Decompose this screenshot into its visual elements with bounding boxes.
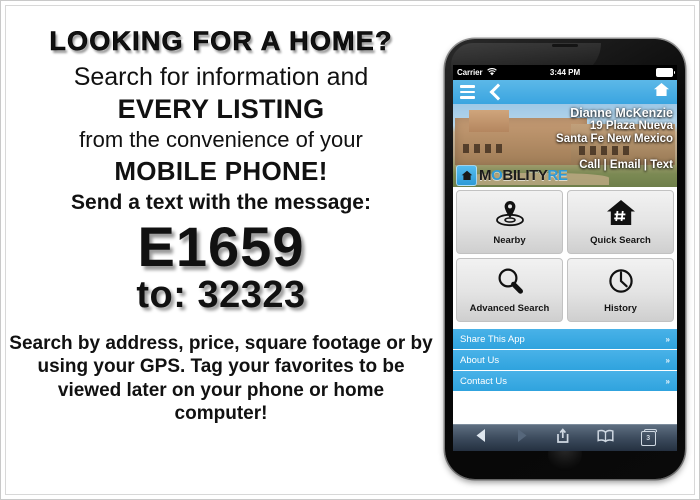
agent-hero-photo: Dianne McKenzie 19 Plaza Nueva Santa Fe … bbox=[453, 104, 677, 187]
list-item-share-this-app[interactable]: Share This App » bbox=[453, 329, 677, 350]
tile-label: Nearby bbox=[493, 234, 526, 246]
triangle-forward-icon[interactable] bbox=[515, 428, 529, 448]
list-item-label: Contact Us bbox=[460, 375, 507, 387]
clock-icon bbox=[606, 267, 636, 300]
logo-text-o: O bbox=[491, 167, 503, 184]
status-clock: 3:44 PM bbox=[549, 68, 581, 77]
tile-history[interactable]: History bbox=[567, 258, 674, 322]
magnifier-icon bbox=[495, 267, 525, 300]
tile-label: History bbox=[604, 302, 637, 314]
contact-actions[interactable]: Call | Email | Text bbox=[579, 159, 673, 171]
map-pin-icon bbox=[494, 199, 526, 232]
phone-mockup: Carrier 3:44 PM Dianne McKenzie 19 Plaza… bbox=[445, 39, 685, 479]
battery-icon bbox=[656, 68, 675, 77]
logo-text: MOBILITYRE bbox=[479, 167, 568, 184]
logo-text-rest: BILITY bbox=[502, 167, 548, 184]
phone-screen: Carrier 3:44 PM Dianne McKenzie 19 Plaza… bbox=[453, 65, 677, 451]
ad-line-6: Send a text with the message: bbox=[71, 191, 371, 215]
book-icon[interactable] bbox=[597, 429, 614, 448]
agent-name: Dianne McKenzie bbox=[570, 106, 673, 120]
tile-row: Advanced Search History bbox=[456, 258, 674, 322]
share-icon[interactable] bbox=[555, 428, 570, 448]
tile-label: Quick Search bbox=[590, 234, 651, 246]
chevron-left-icon[interactable] bbox=[489, 83, 507, 101]
tile-label: Advanced Search bbox=[469, 302, 550, 314]
tile-quick-search[interactable]: Quick Search bbox=[567, 190, 674, 254]
feature-tiles-grid: Nearby Quick Search Advanced Search Hist… bbox=[453, 187, 677, 329]
browser-toolbar: 3 bbox=[453, 424, 677, 451]
logo-text-accent: RE bbox=[547, 167, 568, 184]
tile-nearby[interactable]: Nearby bbox=[456, 190, 563, 254]
window-row bbox=[463, 144, 502, 153]
logo-text-m: M bbox=[479, 167, 492, 184]
house-hash-icon bbox=[606, 199, 636, 232]
home-icon[interactable] bbox=[653, 82, 670, 102]
hamburger-menu-icon[interactable] bbox=[460, 85, 475, 99]
tabs-icon[interactable]: 3 bbox=[640, 428, 657, 446]
earpiece-speaker bbox=[552, 44, 578, 47]
text-code: E1659 bbox=[137, 215, 305, 279]
page-title: LOOKING FOR A HOME? bbox=[49, 26, 393, 56]
house-logo-icon bbox=[456, 165, 477, 186]
list-item-label: Share This App bbox=[460, 333, 525, 345]
ad-copy-block: LOOKING FOR A HOME? Search for informati… bbox=[9, 26, 433, 425]
ad-line-5: MOBILE PHONE! bbox=[114, 155, 328, 186]
tile-row: Nearby Quick Search bbox=[456, 190, 674, 254]
window-row bbox=[579, 146, 629, 155]
menu-list: Share This App » About Us » Contact Us » bbox=[453, 329, 677, 394]
list-item-contact-us[interactable]: Contact Us » bbox=[453, 371, 677, 392]
agent-info: Dianne McKenzie 19 Plaza Nueva Santa Fe … bbox=[556, 106, 673, 146]
status-bar: Carrier 3:44 PM bbox=[453, 65, 677, 80]
ad-line-4: from the convenience of your bbox=[79, 127, 363, 152]
shortcode: to: 32323 bbox=[136, 274, 306, 317]
ad-line-2: Search for information and bbox=[73, 62, 369, 91]
chevron-right-icon: » bbox=[665, 355, 670, 365]
tile-advanced-search[interactable]: Advanced Search bbox=[456, 258, 563, 322]
advertisement-card: LOOKING FOR A HOME? Search for informati… bbox=[0, 0, 700, 500]
chevron-right-icon: » bbox=[665, 334, 670, 344]
ad-footer-copy: Search by address, price, square footage… bbox=[9, 333, 433, 424]
agent-address-line2: Santa Fe New Mexico bbox=[556, 132, 673, 145]
building-photo-tower bbox=[469, 110, 509, 132]
mobilityre-logo: MOBILITYRE bbox=[456, 165, 568, 186]
list-item-label: About Us bbox=[460, 354, 500, 366]
triangle-back-icon[interactable] bbox=[474, 428, 488, 448]
agent-address-line1: 19 Plaza Nueva bbox=[589, 120, 673, 132]
list-item-about-us[interactable]: About Us » bbox=[453, 350, 677, 371]
chevron-right-icon: » bbox=[665, 376, 670, 386]
app-nav-bar bbox=[453, 80, 677, 104]
ad-line-3: EVERY LISTING bbox=[117, 93, 325, 124]
